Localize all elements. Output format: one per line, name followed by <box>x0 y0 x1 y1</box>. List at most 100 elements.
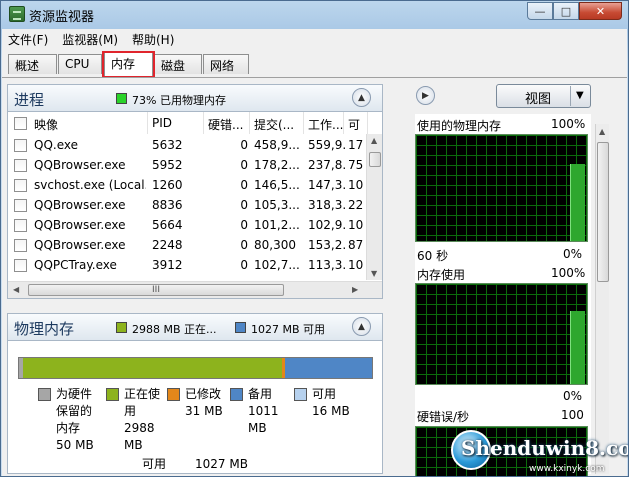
maximize-button[interactable]: □ <box>553 2 579 20</box>
table-cell: 10 <box>348 178 364 192</box>
table-cell: 458,9... <box>254 138 300 152</box>
column-commit[interactable]: 提交(... <box>250 112 304 134</box>
tab-disk[interactable]: 磁盘 <box>154 54 202 74</box>
table-cell: 8836 <box>152 198 183 212</box>
physical-memory-panel: 为硬件 保留的 内存 50 MB 正在使 用 2988 MB 已修改 31 MB <box>7 341 383 474</box>
table-cell: 10 <box>348 218 364 232</box>
table-cell: 0 <box>240 218 248 232</box>
table-cell: svchost.exe (Local... <box>34 178 146 192</box>
minimize-button[interactable]: — <box>527 2 553 20</box>
column-working-set[interactable]: 工作... <box>304 112 344 134</box>
column-image[interactable]: 映像 <box>30 112 148 134</box>
graph-physical-time: 60 秒 <box>417 249 449 263</box>
process-vertical-scrollbar[interactable]: ▲ ▼ <box>366 134 382 280</box>
view-button[interactable]: 视图 ▼ <box>496 84 591 108</box>
column-pid[interactable]: PID <box>148 112 204 134</box>
table-row[interactable]: svchost.exe (Local... 1260 0 146,5... 147,3.… <box>8 176 368 196</box>
title-bar[interactable]: 资源监视器 — □ ✕ <box>1 1 628 27</box>
graph-usage-max: 100% <box>551 266 586 280</box>
resource-monitor-window: 资源监视器 — □ ✕ 文件(F) 监视器(M) 帮助(H) 概述 CPU 内存… <box>0 0 629 477</box>
table-row[interactable]: QQBrowser.exe 8836 0 105,3... 318,3...22 <box>8 196 368 216</box>
table-row[interactable]: QQ.exe 5632 0 458,9... 559,9...17 <box>8 136 368 156</box>
hardware-reserved-swatch <box>38 388 51 401</box>
table-cell: QQ.exe <box>34 138 78 152</box>
table-row[interactable]: QQPCTray.exe 3912 0 102,7... 113,3...10 <box>8 256 368 276</box>
table-cell: 22 <box>348 198 364 212</box>
memory-bar-standby <box>284 358 372 378</box>
memory-section-header[interactable]: 物理内存 2988 MB 正在... 1027 MB 可用 ▲ <box>7 313 383 341</box>
in-use-swatch <box>106 388 119 401</box>
table-cell: QQPCTray.exe <box>34 258 117 272</box>
graph-physical-fill <box>570 163 585 241</box>
physical-memory-bar <box>18 357 373 379</box>
table-cell: QQBrowser.exe <box>34 238 126 252</box>
right-pane: ▶ 视图 ▼ 使用的物理内存 100% 60 秒 0% 内存使用 100% 0%… <box>403 84 609 476</box>
free-legend: 可用 16 MB <box>312 387 350 418</box>
close-button[interactable]: ✕ <box>579 2 622 20</box>
table-row[interactable]: QQBrowser.exe 5952 0 178,2... 237,8...75 <box>8 156 368 176</box>
select-all-checkbox[interactable] <box>14 117 27 130</box>
graph-memory-usage <box>415 283 588 385</box>
graphs-container: 使用的物理内存 100% 60 秒 0% 内存使用 100% 0% 硬错误/秒 … <box>415 114 591 476</box>
graphs-scrollbar[interactable]: ▲ <box>595 124 609 474</box>
tab-overview[interactable]: 概述 <box>8 54 57 74</box>
table-row[interactable]: QQBrowser.exe 5664 0 101,2... 102,9...10 <box>8 216 368 236</box>
collapse-memory-icon[interactable]: ▲ <box>352 317 371 336</box>
table-cell: 559,9... <box>308 138 346 152</box>
process-checkbox[interactable] <box>14 179 27 192</box>
view-button-label: 视图 <box>525 92 552 107</box>
table-cell: 75 <box>348 158 364 172</box>
table-cell: QQBrowser.exe <box>34 198 126 212</box>
table-cell: 105,3... <box>254 198 300 212</box>
tab-cpu[interactable]: CPU <box>58 54 102 74</box>
window-title: 资源监视器 <box>29 10 95 25</box>
tab-memory[interactable]: 内存 <box>104 52 153 76</box>
memory-bar-in-use <box>23 358 282 378</box>
table-cell: 178,2... <box>254 158 300 172</box>
table-cell: 113,3... <box>308 258 346 272</box>
menu-monitor[interactable]: 监视器(M) <box>62 31 118 48</box>
column-hard-faults[interactable]: 硬错... <box>204 112 250 134</box>
table-cell: 0 <box>240 138 248 152</box>
available-total-label: 可用 <box>142 457 167 471</box>
table-cell: 101,2... <box>254 218 300 232</box>
in-use-legend-detail: 正在使 用 2988 MB <box>124 387 161 452</box>
table-cell: 102,7... <box>254 258 300 272</box>
process-hscroll-thumb[interactable]: III <box>28 284 284 296</box>
table-cell: 0 <box>240 198 248 212</box>
process-section-header[interactable]: 进程 73% 已用物理内存 ▲ <box>7 84 383 112</box>
menu-bar: 文件(F) 监视器(M) 帮助(H) <box>2 29 627 49</box>
process-checkbox[interactable] <box>14 159 27 172</box>
available-total-value: 1027 MB <box>195 457 248 471</box>
table-row[interactable]: QQBrowser.exe 2248 0 80,300 153,2...87 <box>8 236 368 256</box>
menu-file[interactable]: 文件(F) <box>8 31 48 48</box>
table-cell: 237,8... <box>308 158 346 172</box>
process-checkbox[interactable] <box>14 239 27 252</box>
modified-swatch <box>167 388 180 401</box>
process-checkbox[interactable] <box>14 259 27 272</box>
toggle-graphs-icon[interactable]: ▶ <box>416 86 435 105</box>
table-cell: QQBrowser.exe <box>34 158 126 172</box>
menu-help[interactable]: 帮助(H) <box>132 31 174 48</box>
main-content: 进程 73% 已用物理内存 ▲ 映像 PID 硬错... 提交(... 工作..… <box>2 77 627 476</box>
standby-swatch <box>230 388 243 401</box>
in-use-legend-swatch <box>116 322 127 333</box>
view-dropdown-icon[interactable]: ▼ <box>576 90 584 101</box>
process-checkbox[interactable] <box>14 199 27 212</box>
free-swatch <box>294 388 307 401</box>
process-horizontal-scrollbar[interactable]: ◀ III ▶ <box>8 281 382 298</box>
process-checkbox[interactable] <box>14 139 27 152</box>
process-section-title: 进程 <box>14 91 45 109</box>
hardware-reserved-legend: 为硬件 保留的 内存 50 MB <box>56 387 94 452</box>
process-vscroll-thumb[interactable] <box>369 152 381 167</box>
graphs-scroll-thumb[interactable] <box>597 142 609 282</box>
watermark-subtext: www.kxinyk.com <box>529 464 605 474</box>
tab-network[interactable]: 网络 <box>203 54 249 74</box>
process-checkbox[interactable] <box>14 219 27 232</box>
table-cell: 1260 <box>152 178 183 192</box>
standby-legend: 备用 1011 MB <box>248 387 279 435</box>
collapse-process-icon[interactable]: ▲ <box>352 88 371 107</box>
table-cell: 0 <box>240 178 248 192</box>
column-shareable[interactable]: 可 <box>344 112 368 134</box>
table-cell: 80,300 <box>254 238 296 252</box>
